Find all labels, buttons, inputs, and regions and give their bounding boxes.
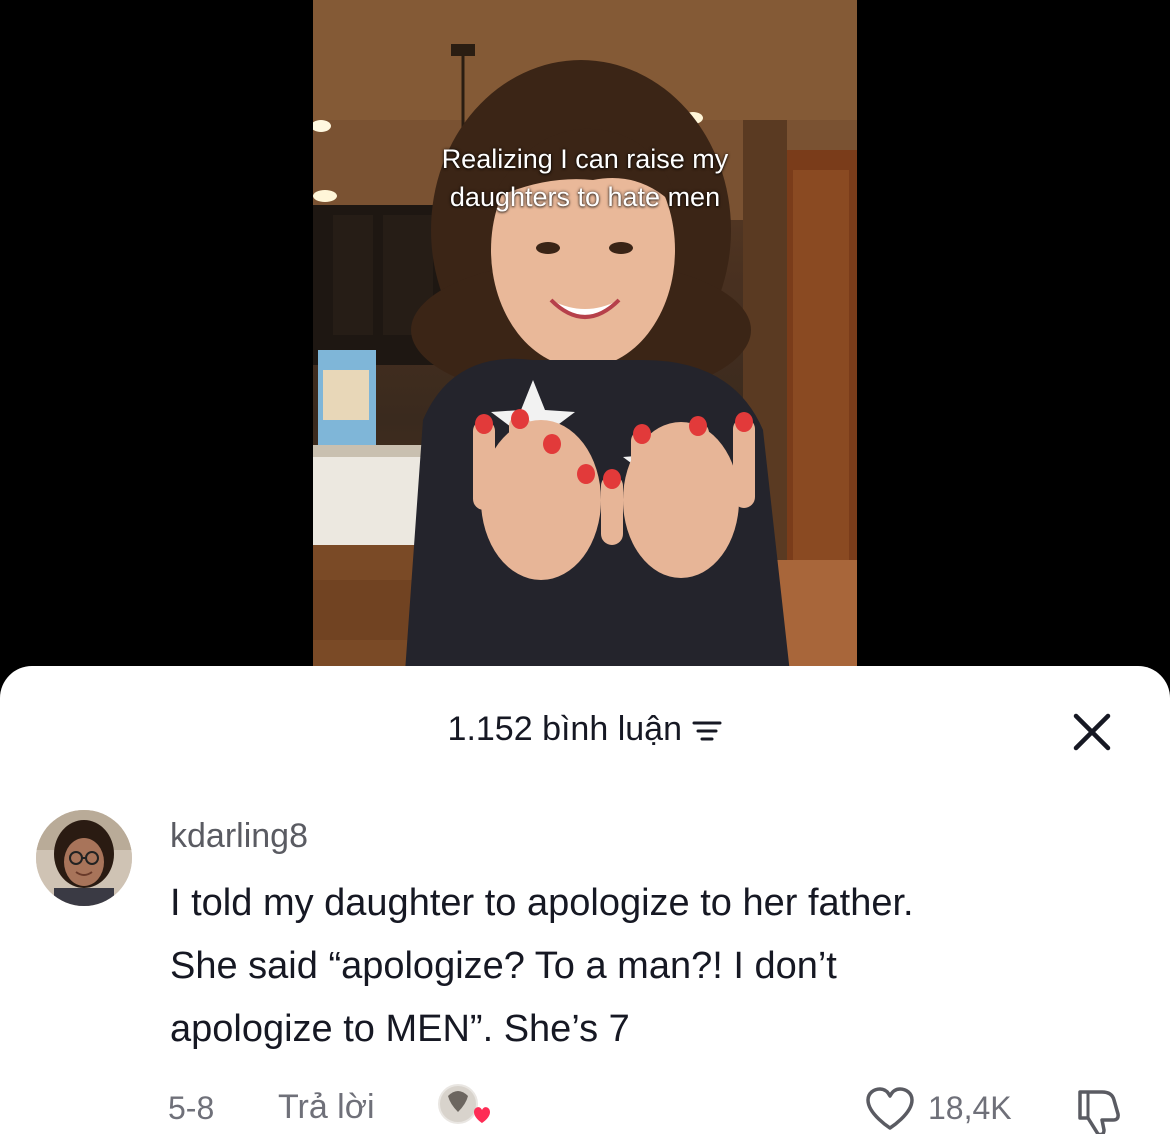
close-icon[interactable] (1066, 706, 1118, 758)
comment-meta-row: 5-8 Trả lời 18,4K (0, 1076, 1170, 1134)
like-count: 18,4K (928, 1090, 1012, 1126)
avatar[interactable] (36, 810, 132, 906)
creator-liked-badge (438, 1084, 490, 1124)
creator-heart-icon (474, 1107, 490, 1123)
video-caption-line-1: Realizing I can raise my (441, 144, 729, 174)
comment-text: I told my daughter to apologize to her f… (170, 872, 1150, 1061)
avatar-image (36, 810, 132, 906)
comment-text-line-2: She said “apologize? To a man?! I don’t (170, 945, 837, 987)
comment-text-line-1: I told my daughter to apologize to her f… (170, 882, 914, 924)
video-frame (313, 0, 857, 700)
sort-filter-icon[interactable] (692, 718, 722, 744)
comment-text-line-3: apologize to MEN”. She’s 7 (170, 1008, 630, 1050)
comments-sheet: 1.152 bình luận kdarling8 I told my daug… (0, 666, 1170, 1134)
comment-date: 5-8 (168, 1090, 215, 1126)
screen: Realizing I can raise my daughters to ha… (0, 0, 1170, 1134)
comment-username[interactable]: kdarling8 (170, 814, 308, 858)
comment-count-label: 1.152 bình luận (447, 710, 682, 748)
like-heart-icon[interactable] (864, 1086, 916, 1132)
video-caption-line-2: daughters to hate men (449, 182, 721, 212)
video-player[interactable]: Realizing I can raise my daughters to ha… (313, 0, 857, 700)
reply-button[interactable]: Trả lời (278, 1088, 375, 1127)
comments-header: 1.152 bình luận (0, 704, 1170, 754)
dislike-icon[interactable] (1072, 1084, 1126, 1134)
video-caption: Realizing I can raise my daughters to ha… (313, 140, 857, 216)
